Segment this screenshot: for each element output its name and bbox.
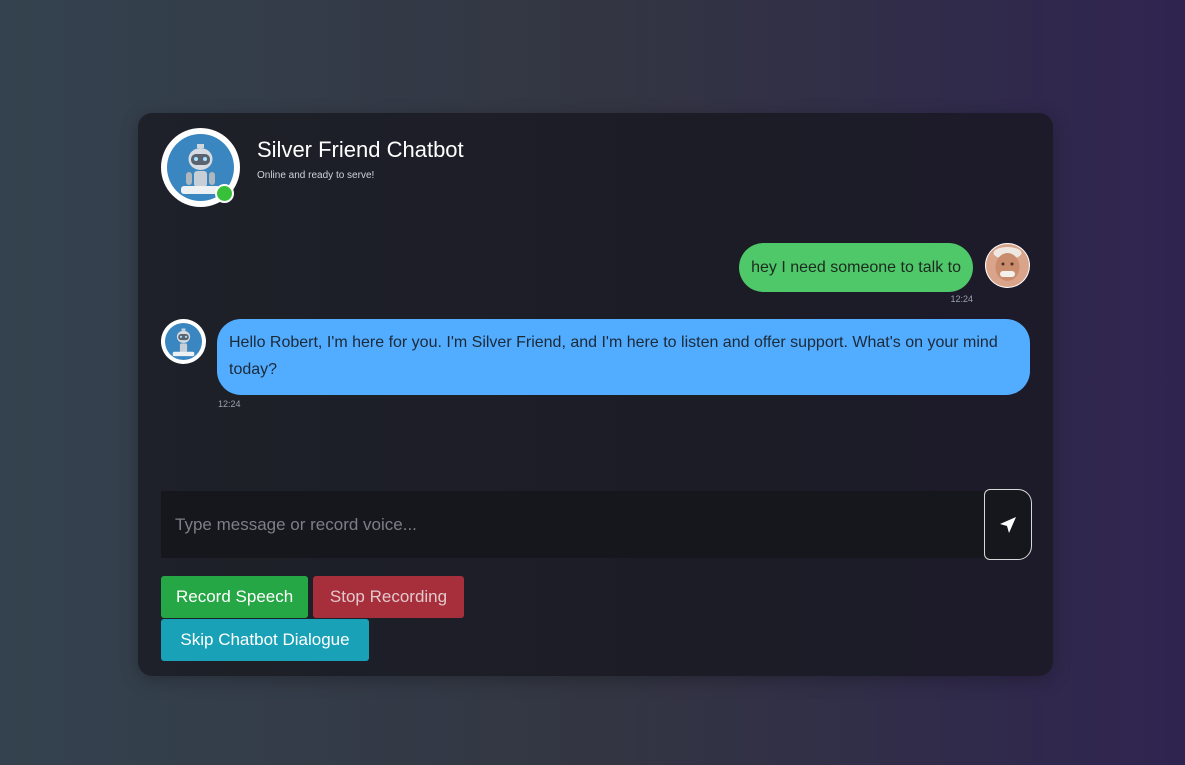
user-message-time: 12:24 <box>950 294 973 304</box>
user-photo-icon <box>986 244 1029 287</box>
message-input-wrapper <box>161 491 984 558</box>
user-message-bubble: hey I need someone to talk to <box>739 243 973 292</box>
robot-icon <box>172 328 195 357</box>
send-icon <box>1000 516 1016 533</box>
chat-card: Silver Friend Chatbot Online and ready t… <box>138 113 1053 676</box>
skip-chatbot-dialogue-button[interactable]: Skip Chatbot Dialogue <box>161 619 369 661</box>
record-speech-button[interactable]: Record Speech <box>161 576 308 618</box>
bot-message-bubble: Hello Robert, I'm here for you. I'm Silv… <box>217 319 1030 395</box>
send-button[interactable] <box>984 489 1032 560</box>
online-status-indicator <box>215 184 234 203</box>
bot-message-time: 12:24 <box>218 399 241 409</box>
message-input[interactable] <box>161 491 984 558</box>
chat-title: Silver Friend Chatbot <box>257 137 464 162</box>
stop-recording-button[interactable]: Stop Recording <box>313 576 464 618</box>
chat-status-text: Online and ready to serve! <box>257 170 375 181</box>
bot-message-avatar <box>161 319 206 364</box>
user-avatar <box>985 243 1030 288</box>
